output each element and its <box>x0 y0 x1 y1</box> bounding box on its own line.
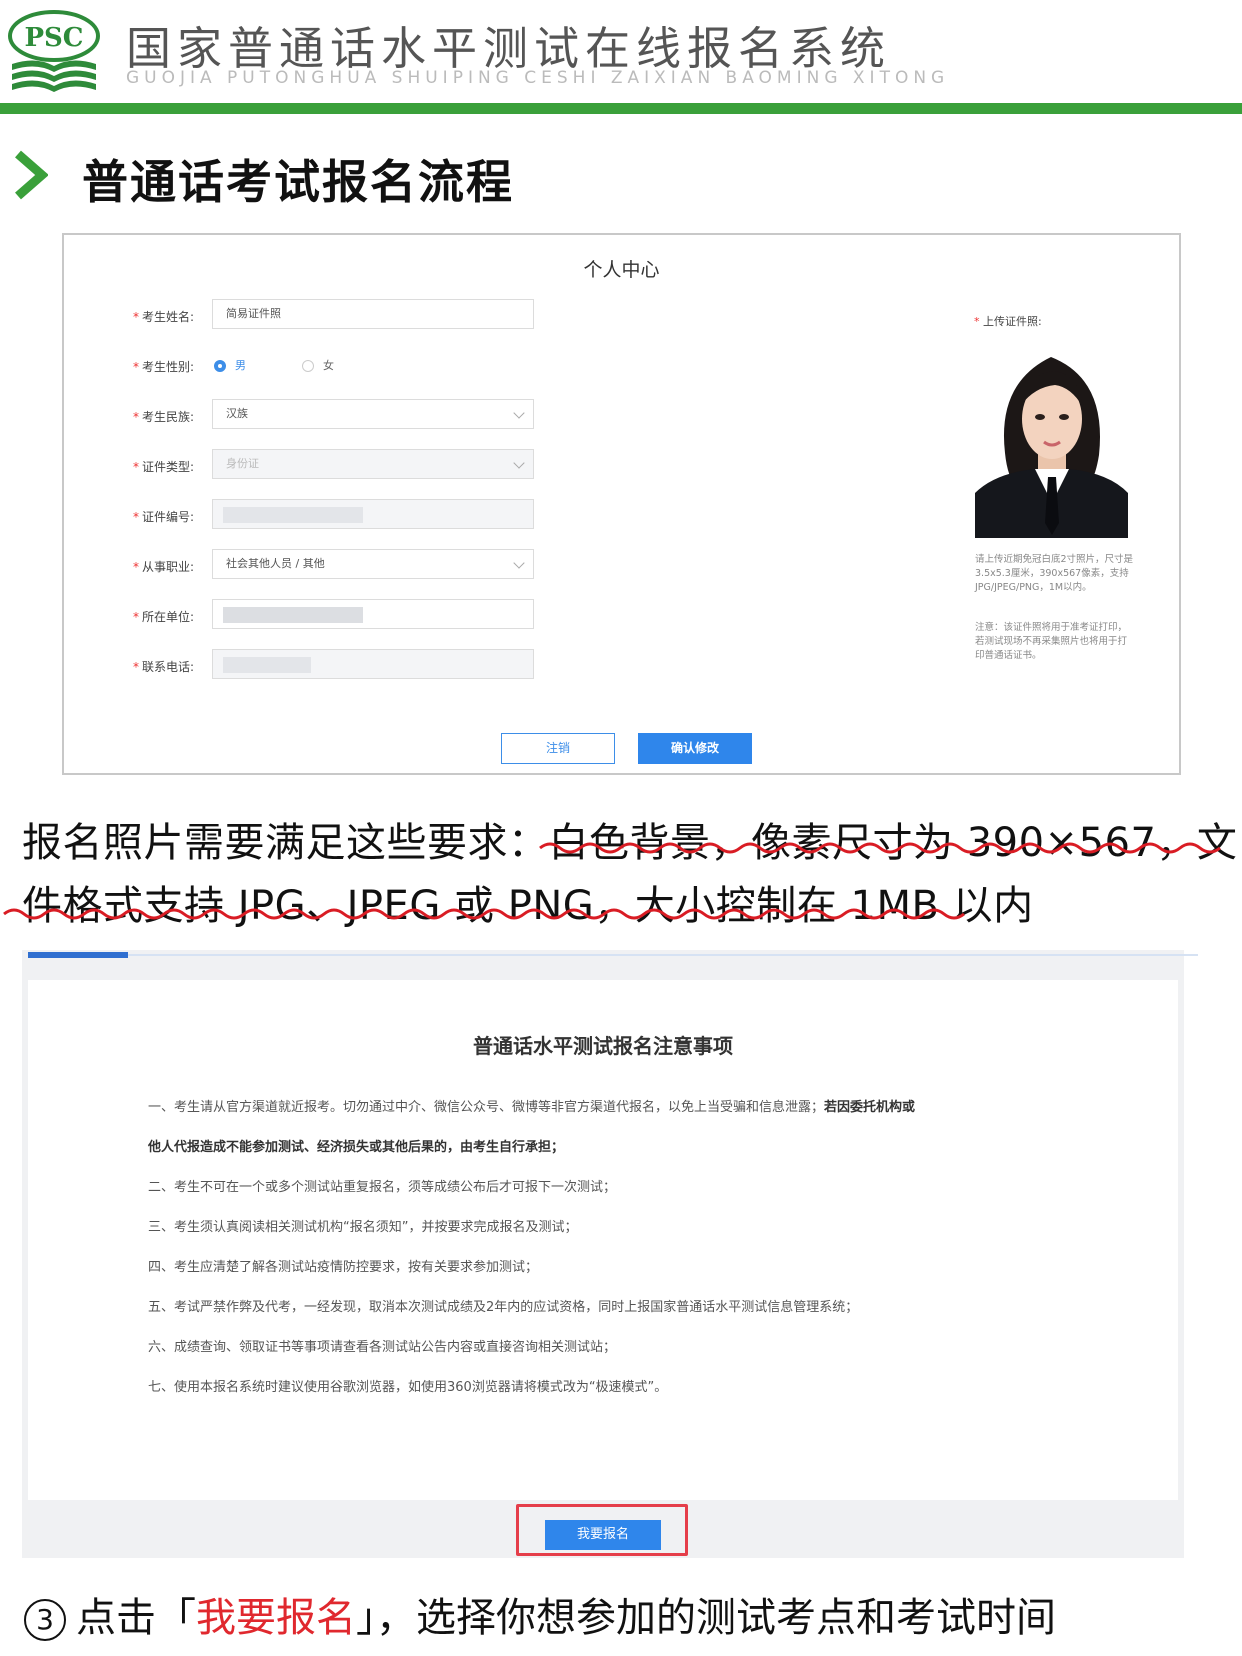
notice-item-5: 五、考试严禁作弊及代考，一经发现，取消本次测试成绩及2年内的应试资格，同时上报国… <box>148 1300 859 1315</box>
header-divider <box>0 103 1242 114</box>
tab-divider <box>128 954 1198 956</box>
notice-item-2: 二、考生不可在一个或多个测试站重复报名，须等成绩公布后才可报下一次测试； <box>148 1180 617 1195</box>
step-3-instruction: 3 点击「我要报名」，选择你想参加的测试考点和考试时间 <box>24 1585 1056 1643</box>
notice-item-1-cont: 他人代报造成不能参加测试、经济损失或其他后果的，由考生自行承担； <box>148 1140 565 1155</box>
chevron-right-icon <box>15 150 48 200</box>
gender-label: * 考生性别: <box>132 360 194 374</box>
active-tab-indicator <box>28 952 128 958</box>
id-type-select: 身份证 <box>212 449 534 479</box>
gender-male-radio[interactable] <box>214 360 226 372</box>
gender-male-label[interactable]: 男 <box>235 357 246 373</box>
phone-input <box>212 649 534 679</box>
cancel-button[interactable]: 注销 <box>501 733 615 764</box>
notice-card: 普通话水平测试报名注意事项 一、考生请从官方渠道就近报考。切勿通过中介、微信公众… <box>28 980 1178 1500</box>
organization-input[interactable] <box>212 599 534 629</box>
profile-screenshot: 个人中心 * 考生姓名: 简易证件照 * 考生性别: 男 女 * 考生民族: 汉族 *… <box>62 233 1181 775</box>
confirm-edit-button[interactable]: 确认修改 <box>638 733 752 764</box>
step-number: 3 <box>24 1599 66 1641</box>
photo-usage-note: 注意：该证件照将用于准考证打印，若测试现场不再采集照片也将用于打印普通话证书。 <box>975 622 1128 661</box>
profile-title: 个人中心 <box>583 259 660 281</box>
id-type-label: * 证件类型: <box>132 460 194 474</box>
phone-label: * 联系电话: <box>132 660 194 674</box>
signup-button[interactable]: 我要报名 <box>545 1520 661 1550</box>
redacted-value <box>223 507 363 523</box>
site-header: PSC 国家普通话水平测试在线报名系统 GUOJIA PUTONGHUA SHU… <box>0 0 1242 116</box>
redacted-value <box>223 657 311 673</box>
occupation-label: * 从事职业: <box>132 560 194 574</box>
notice-item-1: 一、考生请从官方渠道就近报考。切勿通过中介、微信公众号、微博等非官方渠道代报名，… <box>148 1100 916 1115</box>
site-pinyin: GUOJIA PUTONGHUA SHUIPING CESHI ZAIXIAN … <box>126 68 950 88</box>
occupation-select[interactable]: 社会其他人员 / 其他 <box>212 549 534 579</box>
id-number-label: * 证件编号: <box>132 510 194 524</box>
name-label: * 考生姓名: <box>132 310 194 324</box>
id-number-input <box>212 499 534 529</box>
psc-logo: PSC <box>8 10 100 92</box>
red-wavy-underline <box>3 842 1221 920</box>
section-title: 普通话考试报名流程 <box>82 155 514 209</box>
photo-requirements-note: 请上传近期免冠白底2寸照片，尺寸是3.5x5.3厘米，390x567像素，支持J… <box>975 554 1134 593</box>
chevron-down-icon <box>513 557 525 569</box>
ethnicity-select[interactable]: 汉族 <box>212 399 534 429</box>
photo-upload-label: * 上传证件照: <box>974 315 1042 328</box>
notice-screenshot: 普通话水平测试报名注意事项 一、考生请从官方渠道就近报考。切勿通过中介、微信公众… <box>22 950 1198 1558</box>
notice-item-6: 六、成绩查询、领取证书等事项请查看各测试站公告内容或直接咨询相关测试站； <box>148 1340 617 1355</box>
name-input[interactable]: 简易证件照 <box>212 299 534 329</box>
gender-female-radio[interactable] <box>302 360 314 372</box>
id-photo[interactable] <box>975 343 1128 538</box>
notice-title: 普通话水平测试报名注意事项 <box>473 1034 733 1058</box>
chevron-down-icon <box>513 457 525 469</box>
redacted-value <box>223 607 363 623</box>
organization-label: * 所在单位: <box>132 610 194 624</box>
ethnicity-label: * 考生民族: <box>132 410 194 424</box>
gender-female-label[interactable]: 女 <box>323 357 334 373</box>
svg-text:PSC: PSC <box>24 23 83 53</box>
notice-item-4: 四、考生应清楚了解各测试站疫情防控要求，按有关要求参加测试； <box>148 1260 539 1275</box>
notice-item-3: 三、考生须认真阅读相关测试机构“报名须知”，并按要求完成报名及测试； <box>148 1220 578 1235</box>
notice-item-7: 七、使用本报名系统时建议使用谷歌浏览器，如使用360浏览器请将模式改为“极速模式… <box>148 1380 668 1395</box>
chevron-down-icon <box>513 407 525 419</box>
